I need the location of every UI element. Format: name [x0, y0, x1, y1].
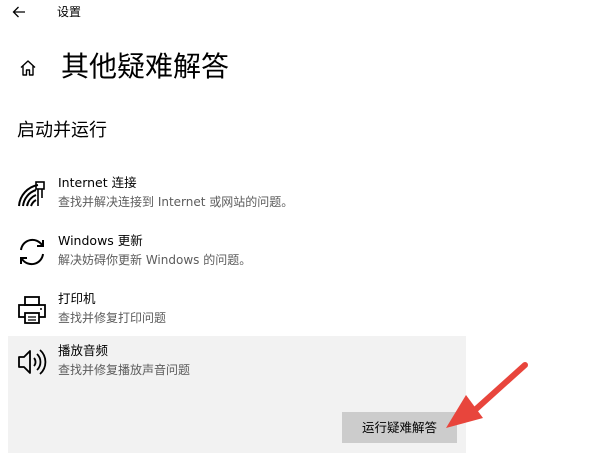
troubleshooter-windows-update[interactable]: Windows 更新 解决妨碍你更新 Windows 的问题。	[8, 226, 466, 278]
printer-icon	[16, 294, 48, 326]
home-button[interactable]	[14, 54, 42, 82]
item-description: 查找并修复打印问题	[58, 311, 167, 325]
run-troubleshooter-button[interactable]: 运行疑难解答	[342, 412, 457, 443]
page-title: 其他疑难解答	[61, 50, 230, 83]
speaker-icon	[16, 346, 48, 378]
refresh-icon	[16, 236, 48, 268]
troubleshooter-internet[interactable]: Internet 连接 查找并解决连接到 Internet 或网站的问题。	[8, 168, 466, 220]
item-name: 播放音频	[58, 343, 109, 358]
troubleshooter-printer[interactable]: 打印机 查找并修复打印问题	[8, 284, 466, 336]
window-title: 设置	[57, 5, 82, 19]
item-name: 打印机	[58, 291, 96, 306]
back-button[interactable]	[6, 0, 32, 24]
title-bar: 设置	[0, 0, 600, 26]
section-title: 启动并运行	[17, 120, 107, 141]
item-description: 解决妨碍你更新 Windows 的问题。	[58, 253, 252, 267]
wifi-globe-icon	[16, 178, 48, 210]
item-description: 查找并修复播放声音问题	[58, 363, 191, 377]
home-icon	[20, 60, 36, 76]
item-name: Internet 连接	[58, 175, 137, 190]
item-description: 查找并解决连接到 Internet 或网站的问题。	[58, 195, 294, 209]
item-name: Windows 更新	[58, 233, 143, 248]
back-arrow-icon	[12, 6, 25, 18]
